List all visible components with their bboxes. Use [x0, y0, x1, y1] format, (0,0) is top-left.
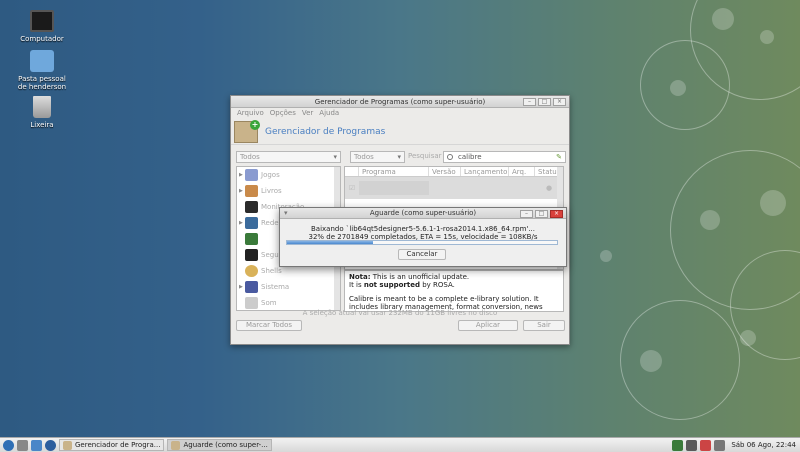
menu-options[interactable]: Opções	[270, 108, 296, 119]
start-menu-icon[interactable]	[3, 439, 14, 451]
package-icon	[63, 440, 72, 450]
books-icon	[245, 185, 258, 197]
category-filter-value: Todos	[240, 153, 260, 161]
package-description: Nota: This is an unofficial update. It i…	[344, 270, 564, 312]
taskbar-task-software-manager[interactable]: Gerenciador de Progra...	[59, 439, 165, 451]
task-label: Aguarde (como super-...	[183, 441, 268, 449]
alert-tray-icon[interactable]	[700, 439, 712, 451]
close-button[interactable]: ×	[550, 210, 563, 218]
taskbar-task-dialog[interactable]: Aguarde (como super-...	[167, 439, 272, 451]
window-title: Gerenciador de Programas (como super-usu…	[314, 98, 486, 106]
category-label: Rede	[261, 219, 279, 227]
banner: Gerenciador de Programas	[231, 119, 569, 145]
network-tray-icon[interactable]	[672, 439, 684, 451]
table-row[interactable]: ☑ ●	[345, 177, 563, 199]
apply-button[interactable]: Aplicar	[458, 320, 518, 331]
volume-icon[interactable]	[714, 439, 726, 451]
system-icon	[245, 281, 258, 293]
chevron-down-icon: ▾	[333, 153, 337, 161]
menu-bar: Arquivo Opções Ver Ajuda	[231, 108, 569, 119]
column-arch[interactable]: Arq.	[509, 167, 535, 176]
download-message: Baixando `lib64qt5designer5-5.6.1-1-rosa…	[280, 225, 566, 241]
search-value: calibre	[458, 153, 482, 161]
window-menu-icon[interactable]: ▾	[284, 208, 288, 219]
mark-all-button[interactable]: Marcar Todos	[236, 320, 302, 331]
minimize-button[interactable]: –	[520, 210, 533, 218]
category-filter-select[interactable]: Todos ▾	[236, 151, 341, 163]
desktop-icon-computer[interactable]: Computador	[14, 10, 70, 43]
download-progress-bar	[286, 240, 558, 245]
clock[interactable]: Sáb 06 Ago, 22:44	[731, 441, 796, 449]
menu-file[interactable]: Arquivo	[237, 108, 264, 119]
category-icon	[245, 233, 258, 245]
category-label: Shells	[261, 267, 282, 275]
shells-icon	[245, 265, 258, 277]
status-filter-select[interactable]: Todos ▾	[350, 151, 405, 163]
chevron-down-icon: ▾	[397, 153, 401, 161]
category-item-system[interactable]: ▶ Sistema	[237, 279, 340, 295]
package-icon	[171, 440, 181, 450]
maximize-button[interactable]: □	[538, 98, 551, 106]
menu-help[interactable]: Ajuda	[319, 108, 339, 119]
monitoring-icon	[245, 201, 258, 213]
category-item-books[interactable]: ▶ Livros	[237, 183, 340, 199]
taskbar: Gerenciador de Progra... Aguarde (como s…	[0, 437, 800, 452]
desktop-icon-label: Pasta pessoal de henderson	[17, 75, 67, 91]
category-label: Jogos	[261, 171, 280, 179]
home-folder-icon	[30, 50, 54, 72]
window-titlebar[interactable]: Gerenciador de Programas (como super-usu…	[231, 96, 569, 108]
category-label: Livros	[261, 187, 282, 195]
progress-fill	[287, 241, 374, 244]
search-label: Pesquisar	[408, 152, 442, 160]
package-add-icon	[234, 119, 260, 143]
filter-bar: Todos ▾ Todos ▾ Pesquisar calibre ✎	[236, 151, 566, 163]
category-item-games[interactable]: ▶ Jogos	[237, 167, 340, 183]
disk-usage-status: A seleção atual vai usar 232MB do 11GB l…	[302, 309, 498, 317]
download-progress-dialog: ▾ Aguarde (como super-usuário) – □ × Bai…	[279, 207, 567, 267]
dialog-title: Aguarde (como super-usuário)	[369, 209, 477, 217]
category-label: Som	[261, 299, 277, 307]
show-desktop-icon[interactable]	[17, 439, 28, 451]
cancel-button[interactable]: Cancelar	[398, 249, 446, 260]
desktop-icon-trash[interactable]: Lixeira	[14, 96, 70, 129]
desktop-icon-label: Lixeira	[30, 121, 54, 129]
security-icon	[245, 249, 258, 261]
maximize-button[interactable]: □	[535, 210, 548, 218]
network-icon	[245, 217, 258, 229]
search-input[interactable]: calibre ✎	[443, 151, 566, 163]
desktop-icon-home[interactable]: Pasta pessoal de henderson	[14, 50, 70, 91]
quit-button[interactable]: Sair	[523, 320, 565, 331]
table-header: Programa Versão Lançamento Arq. Status	[345, 167, 563, 177]
banner-title: Gerenciador de Programas	[265, 126, 386, 137]
description-support: It is not supported by ROSA.	[349, 281, 455, 289]
status-filter-value: Todos	[354, 153, 374, 161]
monitor-icon	[30, 10, 54, 32]
clear-search-icon[interactable]: ✎	[556, 152, 562, 162]
desktop-icon-label: Computador	[20, 35, 64, 43]
browser-icon[interactable]	[45, 439, 56, 451]
search-icon	[447, 154, 453, 160]
task-label: Gerenciador de Progra...	[75, 441, 161, 449]
trash-icon	[33, 96, 51, 118]
close-button[interactable]: ×	[553, 98, 566, 106]
games-icon	[245, 169, 258, 181]
column-program[interactable]: Programa	[359, 167, 429, 176]
file-manager-icon[interactable]	[31, 439, 42, 451]
column-release[interactable]: Lançamento	[461, 167, 509, 176]
menu-view[interactable]: Ver	[302, 108, 313, 119]
download-filename: Baixando `lib64qt5designer5-5.6.1-1-rosa…	[310, 225, 536, 233]
minimize-button[interactable]: –	[523, 98, 536, 106]
category-label: Sistema	[261, 283, 290, 291]
dialog-titlebar[interactable]: ▾ Aguarde (como super-usuário) – □ ×	[280, 208, 566, 219]
column-version[interactable]: Versão	[429, 167, 461, 176]
sound-icon	[245, 297, 258, 309]
row-checkbox[interactable]: ☑	[345, 184, 359, 192]
updates-tray-icon[interactable]	[686, 439, 698, 451]
description-note: Nota: This is an unofficial update.	[349, 273, 470, 281]
